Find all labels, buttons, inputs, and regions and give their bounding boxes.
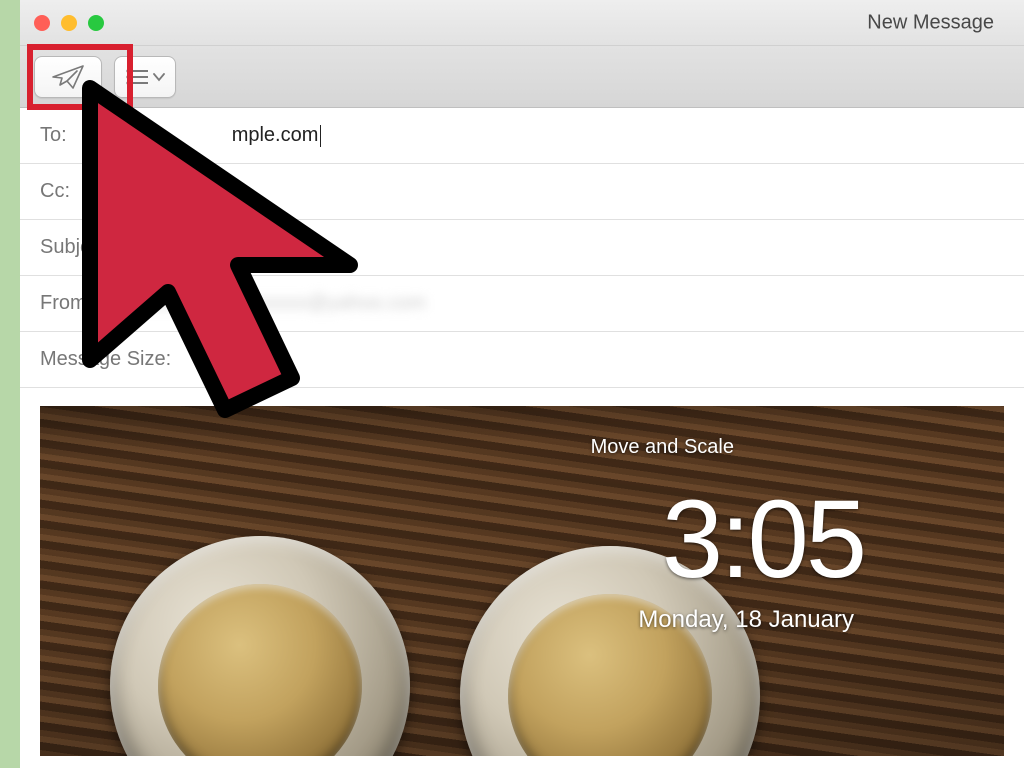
to-value: mple.com xyxy=(232,124,319,147)
attachment-image[interactable]: Move and Scale 3:05 Monday, 18 January xyxy=(40,406,1004,756)
list-icon xyxy=(125,68,149,86)
move-and-scale-label: Move and Scale xyxy=(591,436,734,459)
to-row[interactable]: To: mple.com xyxy=(20,108,1024,164)
message-size-label: Message Size: xyxy=(40,348,171,371)
from-label: From: xyxy=(40,292,92,315)
format-list-button[interactable] xyxy=(114,56,176,98)
window-title: New Message xyxy=(867,11,994,34)
paper-plane-icon xyxy=(51,63,85,91)
lock-screen-date: Monday, 18 January xyxy=(638,606,854,634)
compose-window: New Message To: mple.com xyxy=(20,0,1024,768)
send-button[interactable] xyxy=(34,56,102,98)
cc-label: Cc: xyxy=(40,180,70,203)
zoom-button[interactable] xyxy=(88,15,104,31)
close-button[interactable] xyxy=(34,15,50,31)
message-size-value: 4 KB xyxy=(241,348,284,371)
message-size-row: Message Size: 4 KB xyxy=(20,332,1024,388)
header-fields: To: mple.com Cc: Subject: From: xxxxxxxx… xyxy=(20,108,1024,388)
subject-label: Subject: xyxy=(40,236,112,259)
lock-screen-time: 3:05 xyxy=(662,476,864,603)
chevron-down-icon xyxy=(153,72,165,82)
from-value: xxxxxxxxxx xxxxxxxxxx@yahoo.com xyxy=(102,292,426,315)
titlebar: New Message xyxy=(20,0,1024,46)
from-row[interactable]: From: xxxxxxxxxx xxxxxxxxxx@yahoo.com xyxy=(20,276,1024,332)
text-cursor xyxy=(320,125,321,147)
minimize-button[interactable] xyxy=(61,15,77,31)
to-label: To: xyxy=(40,124,67,147)
subject-row[interactable]: Subject: xyxy=(20,220,1024,276)
toolbar xyxy=(20,46,1024,108)
traffic-lights xyxy=(34,15,104,31)
cc-row[interactable]: Cc: xyxy=(20,164,1024,220)
